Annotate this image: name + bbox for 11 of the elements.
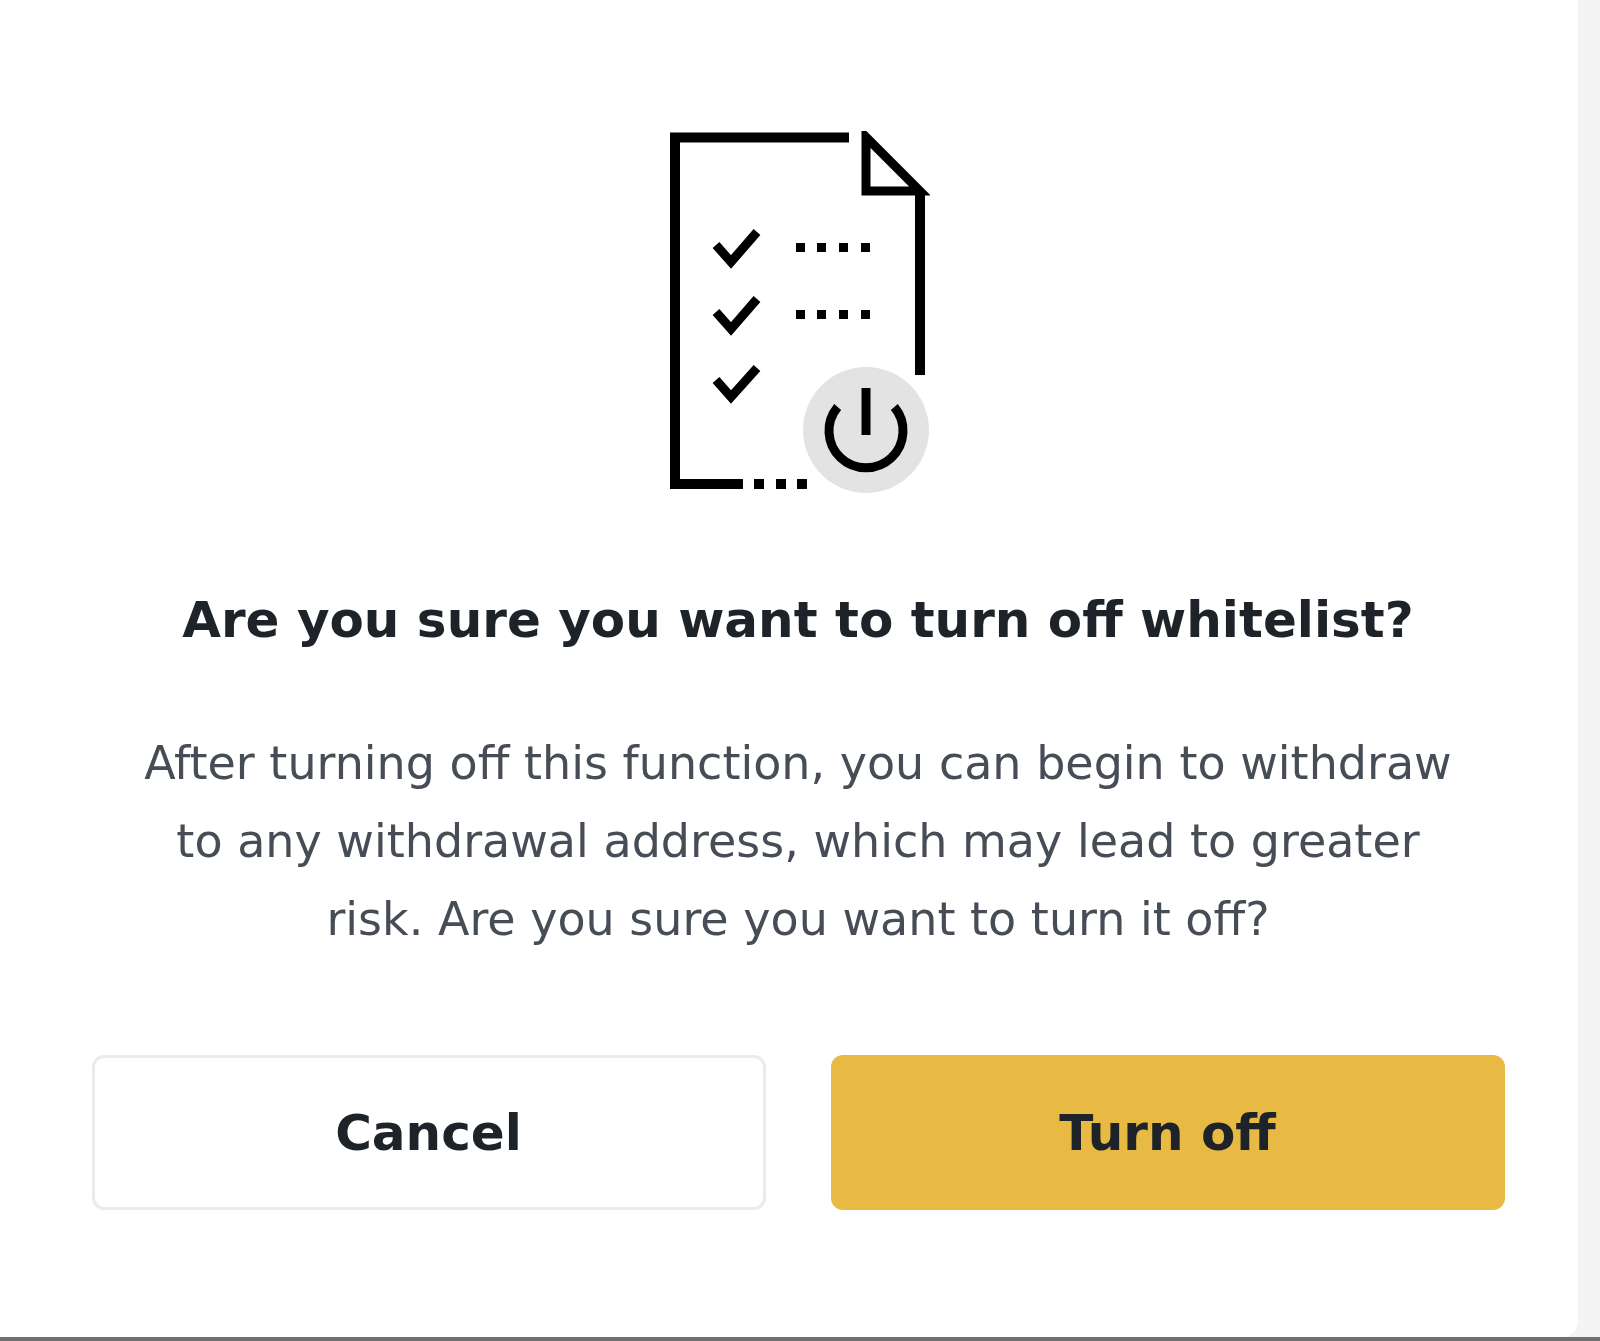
dialog-message: After turning off this function, you can begin to withdraw to any withdrawal address, which may lead to greater risk. Are you sure you want to turn it off? [143,735,1453,948]
checkmark-icon [712,296,761,336]
checkmark-icon [712,229,761,269]
power-icon [803,367,929,493]
dotted-line-icon [796,243,870,252]
cancel-button[interactable]: Cancel [91,1055,766,1210]
confirm-button[interactable]: Turn off [830,1055,1505,1210]
dotted-line-icon [796,310,870,319]
document-icon [670,131,930,489]
checkmark-icon [712,365,761,404]
dialog-title: Are you sure you want to turn off whitelist? [182,590,1414,650]
